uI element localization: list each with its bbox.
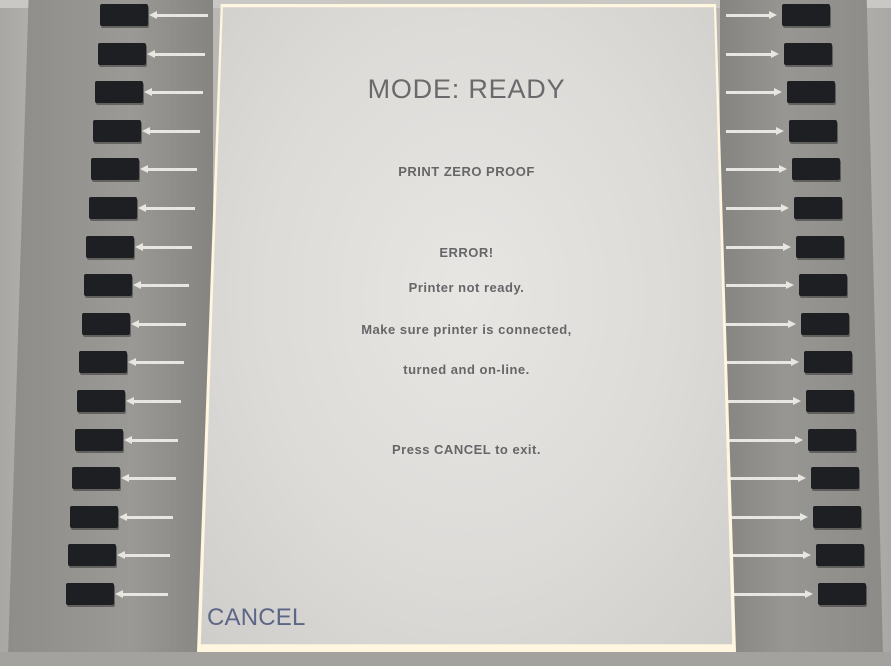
left-softkey-12[interactable]	[74, 428, 123, 451]
left-softkey-9-arrow-icon	[130, 319, 187, 328]
right-softkey-9-arrow-icon	[726, 319, 797, 328]
exit-instruction: Press CANCEL to exit.	[392, 442, 541, 457]
right-softkey-6-arrow-icon	[726, 204, 789, 212]
left-softkey-6[interactable]	[88, 197, 137, 219]
right-softkey-6[interactable]	[794, 197, 842, 219]
left-softkey-7[interactable]	[86, 235, 135, 258]
left-softkey-14[interactable]	[70, 505, 119, 528]
left-softkey-4[interactable]	[93, 119, 142, 142]
left-softkey-13-arrow-icon	[121, 474, 176, 483]
right-softkey-4[interactable]	[789, 119, 838, 142]
right-softkey-14[interactable]	[813, 505, 862, 528]
left-softkey-7-arrow-icon	[135, 242, 192, 251]
cancel-softkey-label[interactable]: CANCEL	[207, 604, 306, 632]
left-softkey-15[interactable]	[67, 544, 116, 567]
function-title: PRINT ZERO PROOF	[398, 164, 535, 179]
right-softkey-8-arrow-icon	[726, 281, 794, 290]
left-softkey-3[interactable]	[95, 81, 144, 104]
left-softkey-6-arrow-icon	[137, 204, 195, 212]
left-softkey-12-arrow-icon	[123, 435, 179, 444]
left-softkey-15-arrow-icon	[116, 551, 171, 560]
right-softkey-15-arrow-icon	[726, 551, 811, 560]
right-softkey-15[interactable]	[815, 544, 864, 567]
right-softkey-11-arrow-icon	[726, 397, 801, 405]
right-softkey-13[interactable]	[810, 467, 859, 490]
device-panel: MODE: READY PRINT ZERO PROOF ERROR! Prin…	[0, 0, 891, 666]
left-softkey-11-arrow-icon	[126, 397, 181, 405]
right-softkey-12[interactable]	[808, 428, 857, 451]
right-softkey-16-arrow-icon	[726, 590, 813, 598]
lcd-display-area: MODE: READY PRINT ZERO PROOF ERROR! Prin…	[200, 7, 733, 645]
left-softkey-8-arrow-icon	[132, 281, 190, 290]
left-softkey-10[interactable]	[79, 351, 128, 374]
right-softkey-7-arrow-icon	[726, 242, 792, 251]
right-softkey-12-arrow-icon	[726, 435, 804, 444]
left-softkey-11[interactable]	[77, 390, 125, 412]
right-softkey-7[interactable]	[796, 235, 845, 258]
left-softkey-16[interactable]	[65, 583, 114, 605]
right-softkey-14-arrow-icon	[726, 512, 809, 521]
left-softkey-10-arrow-icon	[128, 358, 184, 367]
left-softkey-16-arrow-icon	[114, 590, 168, 598]
left-softkey-1[interactable]	[100, 4, 148, 26]
bezel-bottom	[0, 652, 891, 666]
right-softkey-2[interactable]	[784, 42, 833, 65]
error-message-line-1: Printer not ready.	[408, 280, 525, 295]
right-softkey-5[interactable]	[791, 158, 840, 181]
right-softkey-2-arrow-icon	[726, 49, 780, 58]
error-message-line-3: turned and on-line.	[403, 362, 530, 377]
lcd-screen: MODE: READY PRINT ZERO PROOF ERROR! Prin…	[197, 4, 736, 652]
error-heading: ERROR!	[439, 245, 494, 260]
right-softkey-1[interactable]	[782, 4, 830, 26]
right-softkey-16[interactable]	[818, 583, 866, 605]
right-softkey-11[interactable]	[806, 390, 854, 412]
left-softkey-3-arrow-icon	[144, 88, 203, 97]
left-softkey-1-arrow-icon	[149, 11, 208, 19]
right-softkey-5-arrow-icon	[726, 165, 787, 174]
right-softkey-4-arrow-icon	[726, 126, 785, 135]
left-softkey-2[interactable]	[97, 42, 146, 65]
right-softkey-13-arrow-icon	[726, 474, 806, 483]
error-message-line-2: Make sure printer is connected,	[361, 322, 572, 337]
left-softkey-9[interactable]	[81, 312, 130, 335]
right-softkey-3[interactable]	[786, 81, 835, 104]
right-softkey-10[interactable]	[803, 351, 852, 374]
right-softkey-10-arrow-icon	[726, 358, 799, 367]
left-softkey-2-arrow-icon	[146, 49, 206, 58]
left-softkey-8[interactable]	[83, 274, 132, 297]
left-softkey-4-arrow-icon	[142, 126, 200, 135]
right-softkey-9[interactable]	[801, 312, 850, 335]
left-softkey-14-arrow-icon	[119, 512, 173, 521]
right-softkey-8[interactable]	[798, 274, 847, 297]
right-softkey-1-arrow-icon	[726, 11, 777, 19]
left-softkey-13[interactable]	[72, 467, 121, 490]
mode-title: MODE: READY	[367, 74, 566, 104]
right-softkey-3-arrow-icon	[726, 88, 782, 97]
left-softkey-5-arrow-icon	[139, 165, 198, 174]
left-softkey-5[interactable]	[90, 158, 139, 181]
